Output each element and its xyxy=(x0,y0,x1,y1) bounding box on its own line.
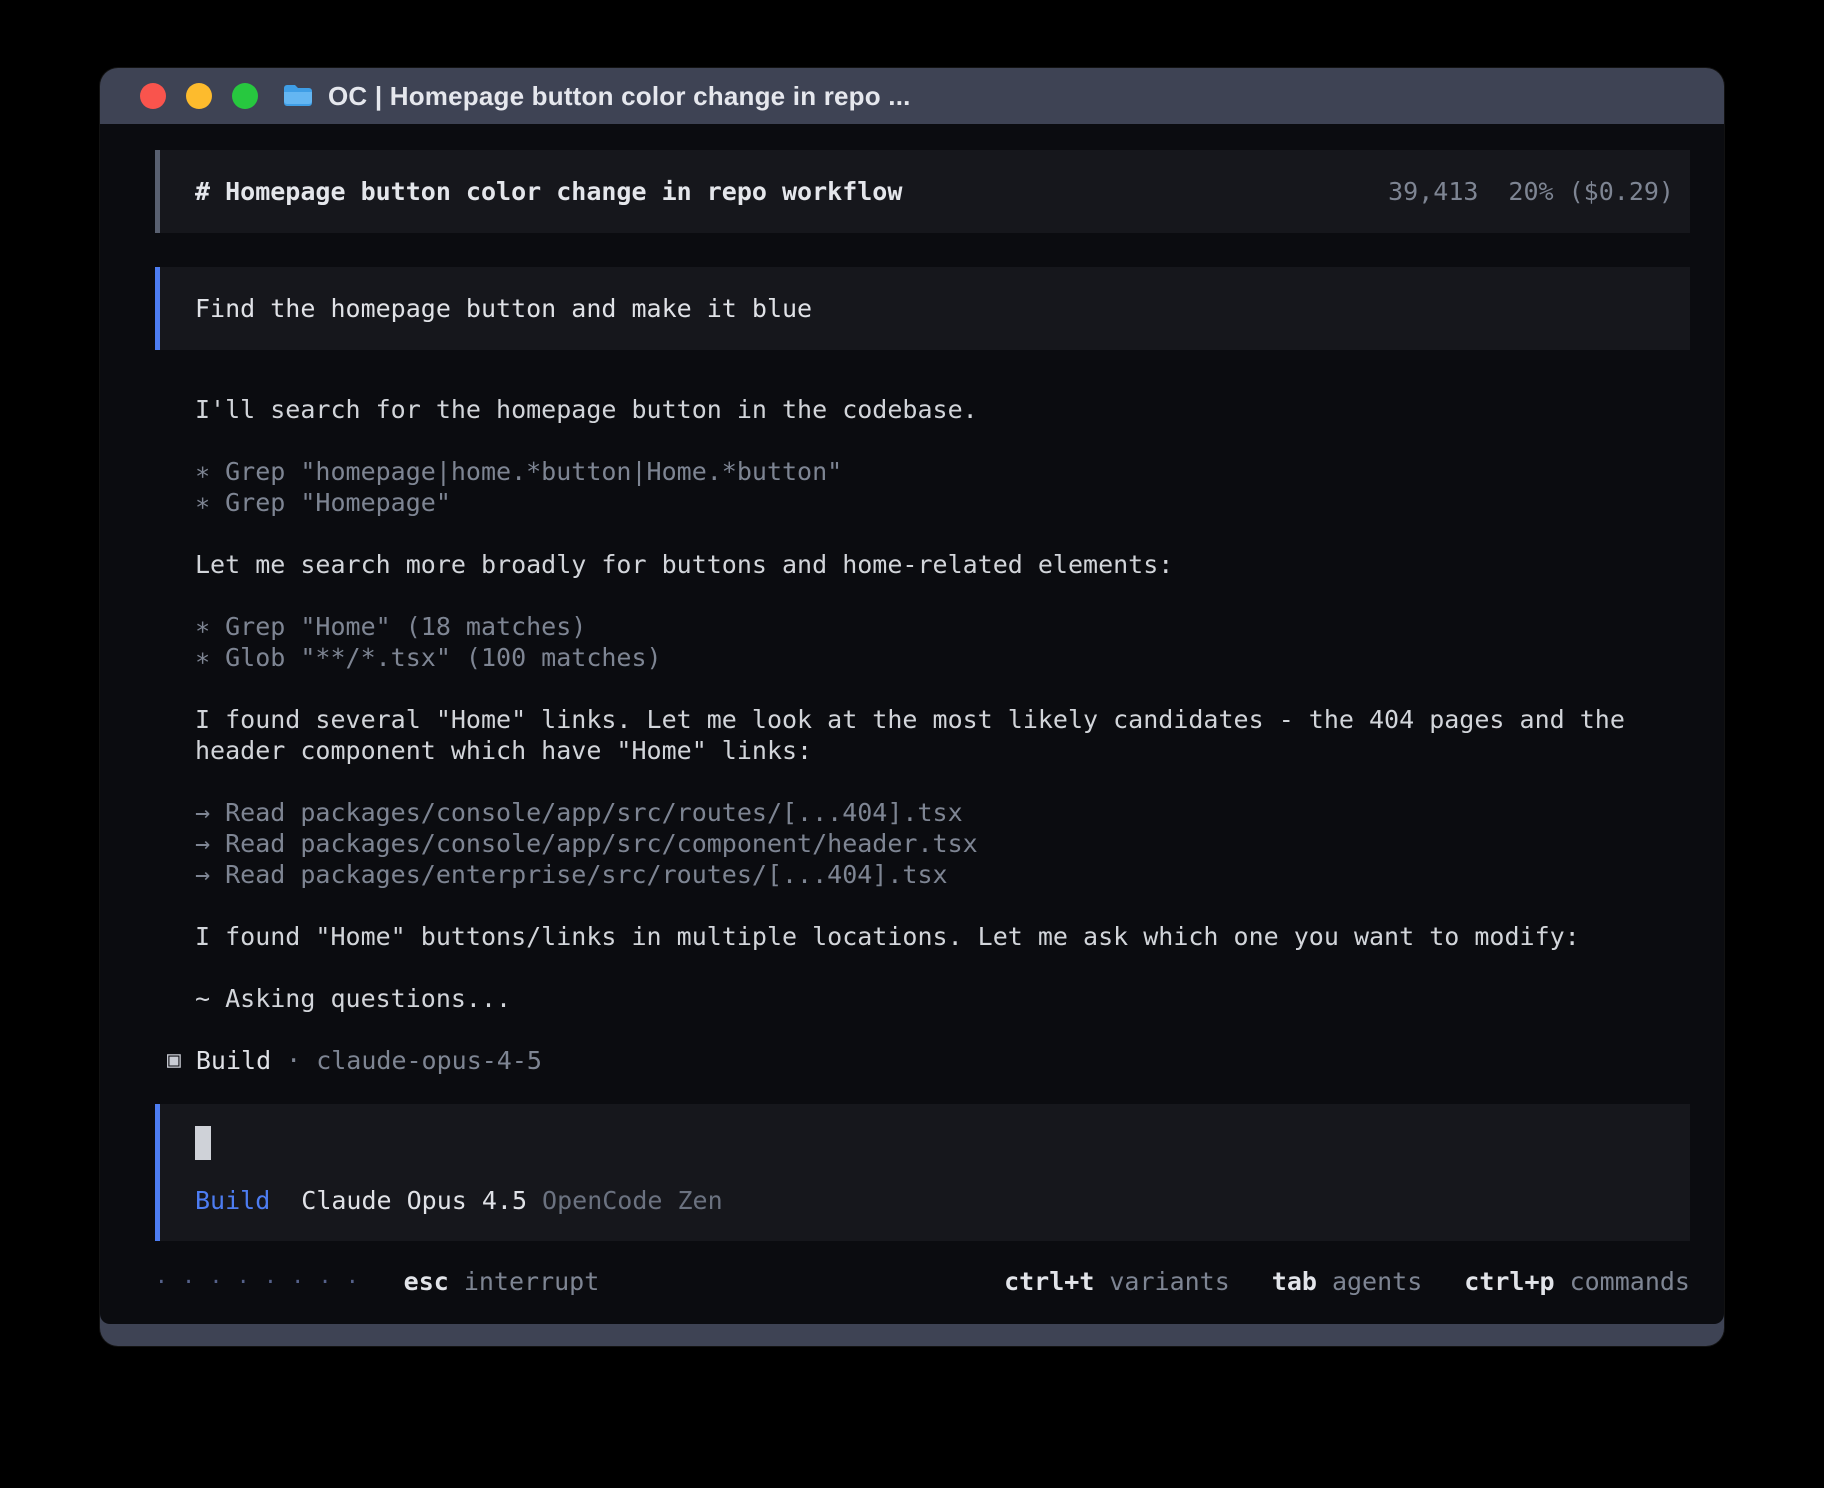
zoom-button[interactable] xyxy=(232,83,258,109)
user-message: Find the homepage button and make it blu… xyxy=(155,267,1690,350)
session-stats: 39,413 20% ($0.29) xyxy=(1388,177,1674,206)
status-left: · · · · · · · · esc interrupt xyxy=(155,1267,599,1296)
agents-label: agents xyxy=(1332,1267,1422,1296)
status-bar: · · · · · · · · esc interrupt ctrl+t var… xyxy=(155,1267,1690,1296)
minimize-button[interactable] xyxy=(186,83,212,109)
conversation: I'll search for the homepage button in t… xyxy=(155,394,1690,1076)
read-tool-call: → Read packages/console/app/src/componen… xyxy=(195,828,1690,859)
assistant-message: I'll search for the homepage button in t… xyxy=(195,394,1690,425)
input-meta: Build Claude Opus 4.5 OpenCode Zen xyxy=(195,1186,1674,1215)
prompt-input[interactable]: Build Claude Opus 4.5 OpenCode Zen xyxy=(155,1104,1690,1241)
agent-icon: ▣ xyxy=(167,1045,181,1076)
assistant-message: I found several "Home" links. Let me loo… xyxy=(195,704,1690,766)
agent-name: Build xyxy=(196,1045,271,1076)
terminal-window: OC | Homepage button color change in rep… xyxy=(100,68,1724,1346)
assistant-message: Let me search more broadly for buttons a… xyxy=(195,549,1690,580)
ctrl-t-key: ctrl+t xyxy=(1004,1267,1094,1296)
grep-tool-call: ∗ Grep "homepage|home.*button|Home.*butt… xyxy=(195,456,1690,487)
input-agent-label[interactable]: Build xyxy=(195,1186,270,1215)
commands-label: commands xyxy=(1570,1267,1690,1296)
input-provider-label: OpenCode Zen xyxy=(542,1186,723,1215)
agents-hint: tab agents xyxy=(1272,1267,1422,1296)
grep-tool-call: ∗ Grep "Home" (18 matches) xyxy=(195,611,1690,642)
esc-key-label: interrupt xyxy=(464,1267,599,1296)
agent-status-line: ▣ Build · claude-opus-4-5 xyxy=(167,1045,1690,1076)
context-usage: 20% ($0.29) xyxy=(1508,177,1674,206)
read-tool-group: → Read packages/console/app/src/routes/[… xyxy=(195,797,1690,890)
variants-hint: ctrl+t variants xyxy=(1004,1267,1230,1296)
tool-call-group: ∗ Grep "homepage|home.*button|Home.*butt… xyxy=(195,456,1690,518)
grep-tool-call: ∗ Grep "Homepage" xyxy=(195,487,1690,518)
token-count: 39,413 xyxy=(1388,177,1478,206)
glob-tool-call: ∗ Glob "**/*.tsx" (100 matches) xyxy=(195,642,1690,673)
read-tool-call: → Read packages/console/app/src/routes/[… xyxy=(195,797,1690,828)
tab-key: tab xyxy=(1272,1267,1317,1296)
input-model-label[interactable]: Claude Opus 4.5 xyxy=(301,1186,527,1215)
window-title: OC | Homepage button color change in rep… xyxy=(328,81,911,112)
terminal-content: # Homepage button color change in repo w… xyxy=(100,124,1724,1324)
status-right: ctrl+t variants tab agents ctrl+p comman… xyxy=(1004,1267,1690,1296)
tool-call-group: ∗ Grep "Home" (18 matches) ∗ Glob "**/*.… xyxy=(195,611,1690,673)
commands-hint: ctrl+p commands xyxy=(1464,1267,1690,1296)
esc-key-hint: esc xyxy=(404,1267,449,1296)
assistant-message: I found "Home" buttons/links in multiple… xyxy=(195,921,1690,952)
text-cursor xyxy=(195,1126,211,1160)
close-button[interactable] xyxy=(140,83,166,109)
variants-label: variants xyxy=(1109,1267,1229,1296)
folder-icon xyxy=(282,83,314,109)
asking-status: ~ Asking questions... xyxy=(195,983,1690,1014)
agent-model-name: claude-opus-4-5 xyxy=(316,1045,542,1076)
spinner-dots: · · · · · · · · xyxy=(155,1270,360,1294)
traffic-lights xyxy=(140,83,258,109)
session-title: # Homepage button color change in repo w… xyxy=(195,177,902,206)
titlebar: OC | Homepage button color change in rep… xyxy=(100,68,1724,124)
session-header: # Homepage button color change in repo w… xyxy=(155,150,1690,233)
read-tool-call: → Read packages/enterprise/src/routes/[.… xyxy=(195,859,1690,890)
ctrl-p-key: ctrl+p xyxy=(1464,1267,1554,1296)
agent-separator: · xyxy=(286,1045,301,1076)
stats-gap xyxy=(1478,177,1508,206)
